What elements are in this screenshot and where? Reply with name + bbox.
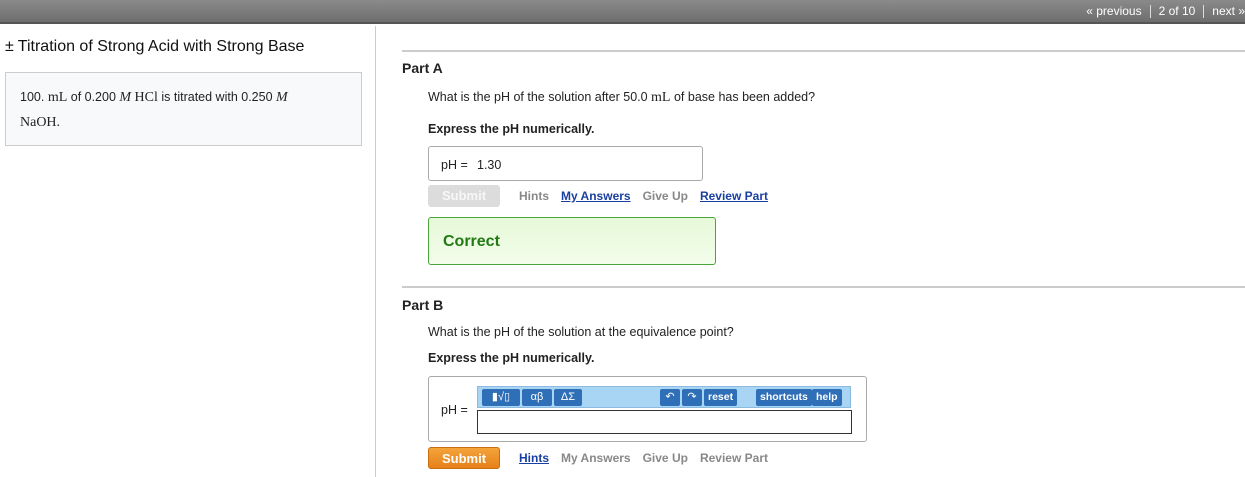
formula-hcl: HCl bbox=[134, 90, 158, 105]
question-text: of base has been added? bbox=[670, 90, 816, 104]
nav-separator bbox=[1203, 4, 1205, 18]
problem-title: ± Titration of Strong Acid with Strong Ba… bbox=[5, 38, 304, 56]
submit-button[interactable]: Submit bbox=[428, 185, 500, 207]
problem-panel: ± Titration of Strong Acid with Strong Ba… bbox=[0, 26, 376, 477]
part-b-answer-box: ▮√▯ αβ ΔΣ ↶ ↷ reset shortcuts help pH = bbox=[428, 376, 867, 442]
reset-button[interactable]: reset bbox=[704, 389, 738, 406]
correct-feedback: Correct bbox=[428, 217, 716, 265]
hints-link[interactable]: Hints bbox=[519, 451, 549, 465]
next-link[interactable]: next » bbox=[1212, 4, 1245, 18]
answer-label: pH = bbox=[441, 158, 468, 172]
help-button[interactable]: help bbox=[812, 389, 842, 406]
part-b-actions: Submit Hints My Answers Give Up Review P… bbox=[428, 447, 780, 469]
statement-text: 100. bbox=[20, 90, 48, 104]
undo-icon[interactable]: ↶ bbox=[660, 389, 680, 406]
part-a-instruction: Express the pH numerically. bbox=[428, 122, 595, 136]
problem-title-text: Titration of Strong Acid with Strong Bas… bbox=[17, 38, 305, 55]
give-up-link[interactable]: Give Up bbox=[643, 189, 688, 203]
part-b-instruction: Express the pH numerically. bbox=[428, 351, 595, 365]
part-b-question: What is the pH of the solution at the eq… bbox=[428, 325, 734, 339]
unit-ml: mL bbox=[651, 90, 671, 105]
give-up-link[interactable]: Give Up bbox=[643, 451, 688, 465]
part-a-question: What is the pH of the solution after 50.… bbox=[428, 90, 815, 106]
problem-position: 2 of 10 bbox=[1158, 4, 1196, 18]
my-answers-link[interactable]: My Answers bbox=[561, 189, 631, 203]
parts-panel: Part A What is the pH of the solution af… bbox=[377, 26, 1245, 477]
symbols-button[interactable]: ΔΣ bbox=[554, 389, 582, 406]
part-divider bbox=[402, 50, 1245, 52]
formula-naoh: NaOH. bbox=[20, 115, 61, 130]
hints-link[interactable]: Hints bbox=[519, 189, 549, 203]
expand-icon[interactable]: ± bbox=[5, 38, 14, 55]
unit-molar: M bbox=[119, 90, 132, 105]
previous-link[interactable]: « previous bbox=[1086, 4, 1141, 18]
ph-answer-input[interactable] bbox=[477, 410, 852, 434]
shortcuts-button[interactable]: shortcuts bbox=[756, 389, 812, 406]
submit-button[interactable]: Submit bbox=[428, 447, 500, 469]
review-part-link[interactable]: Review Part bbox=[700, 189, 768, 203]
statement-text: of 0.200 bbox=[67, 90, 120, 104]
my-answers-link[interactable]: My Answers bbox=[561, 451, 631, 465]
nav-separator bbox=[1149, 4, 1151, 18]
unit-molar: M bbox=[276, 90, 288, 105]
unit-ml: mL bbox=[47, 90, 68, 105]
review-part-link[interactable]: Review Part bbox=[700, 451, 768, 465]
part-a-answer-box: pH = 1.30 bbox=[428, 146, 703, 181]
part-divider bbox=[402, 286, 1245, 288]
redo-icon[interactable]: ↷ bbox=[682, 389, 702, 406]
part-b-label: Part B bbox=[402, 297, 444, 313]
answer-label: pH = bbox=[441, 403, 468, 417]
templates-button[interactable]: ▮√▯ bbox=[482, 389, 520, 406]
question-text: What is the pH of the solution after 50.… bbox=[428, 90, 652, 104]
equation-toolbar: ▮√▯ αβ ΔΣ ↶ ↷ reset shortcuts help bbox=[477, 386, 851, 408]
problem-navigation: « previous 2 of 10 next » bbox=[1086, 4, 1245, 18]
part-a-actions: Submit Hints My Answers Give Up Review P… bbox=[428, 185, 780, 207]
statement-text: is titrated with 0.250 bbox=[157, 90, 277, 104]
answer-value: 1.30 bbox=[477, 158, 502, 172]
part-a-label: Part A bbox=[402, 60, 443, 76]
problem-statement: 100. mL of 0.200 M HCl is titrated with … bbox=[5, 72, 362, 146]
top-bar: « previous 2 of 10 next » bbox=[0, 0, 1245, 24]
greek-button[interactable]: αβ bbox=[522, 389, 552, 406]
